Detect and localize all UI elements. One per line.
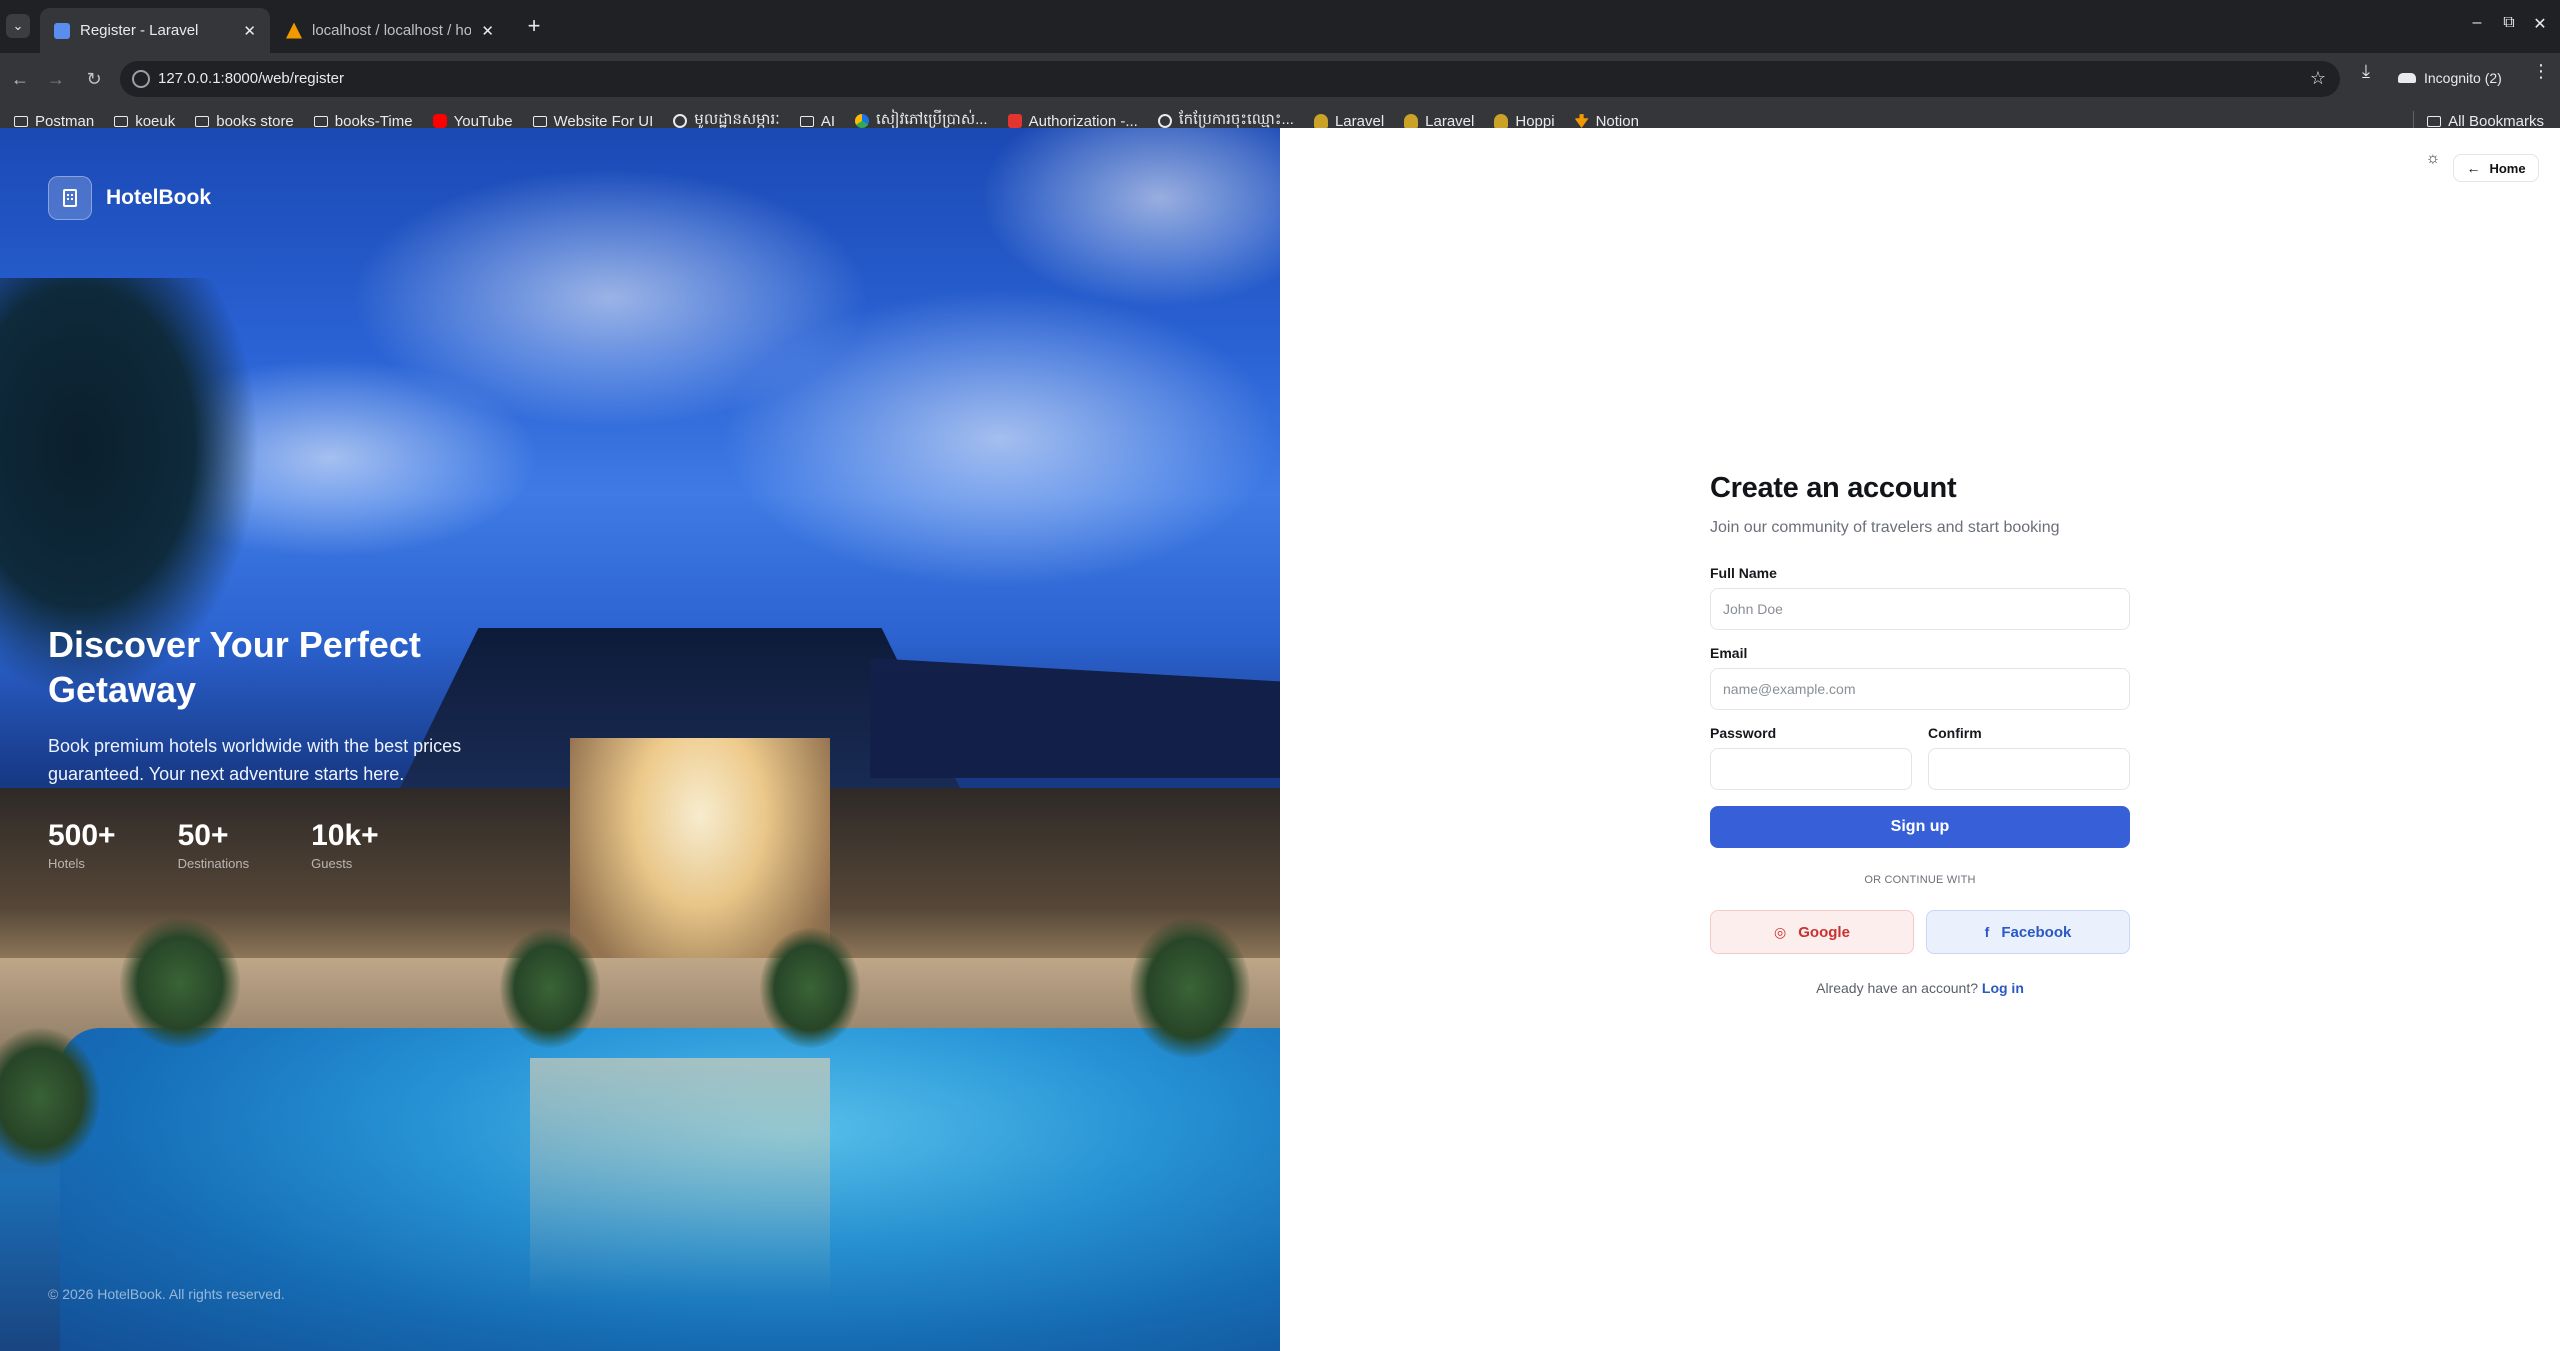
full-name-input[interactable] xyxy=(1710,588,2130,630)
bookmark-item[interactable]: books store xyxy=(195,113,294,130)
new-tab-button[interactable]: + xyxy=(520,12,548,40)
youtube-icon xyxy=(432,114,447,128)
password-column: Password xyxy=(1710,725,1912,790)
sign-up-button[interactable]: Sign up xyxy=(1710,806,2130,848)
forward-arrow-icon[interactable]: → xyxy=(40,63,72,95)
register-page: HotelBook Discover Your Perfect Getaway … xyxy=(0,128,2560,1351)
email-input[interactable] xyxy=(1710,668,2130,710)
tab-register[interactable]: Register - Laravel ✕ xyxy=(40,8,270,53)
password-row: Password Confirm xyxy=(1710,725,2130,790)
brand-logo[interactable]: HotelBook xyxy=(48,176,211,220)
confirm-column: Confirm xyxy=(1928,725,2130,790)
folder-icon xyxy=(532,115,547,127)
bookmark-item[interactable]: Notion xyxy=(1574,113,1639,130)
stat-hotels: 500+ Hotels xyxy=(48,819,116,871)
minimize-icon[interactable]: – xyxy=(2464,14,2490,32)
form-title: Create an account xyxy=(1710,472,1957,504)
phpmyadmin-favicon-icon xyxy=(286,22,302,39)
close-window-icon[interactable]: ✕ xyxy=(2527,14,2553,34)
folder-icon xyxy=(313,115,328,127)
bookmark-item[interactable]: Laravel xyxy=(1313,113,1384,130)
incognito-indicator[interactable]: Incognito (2) xyxy=(2398,63,2502,93)
google-button[interactable]: ◎ Google xyxy=(1710,910,1914,954)
more-menu-icon[interactable]: ⋮ xyxy=(2532,61,2550,82)
bookmark-item[interactable]: books-Time xyxy=(313,113,413,130)
facebook-button[interactable]: f Facebook xyxy=(1926,910,2130,954)
register-panel: ☼ ← Home Create an account Join our comm… xyxy=(1280,128,2560,1351)
tab-localhost[interactable]: localhost / localhost / ho ✕ xyxy=(272,8,508,53)
globe-icon xyxy=(1157,114,1172,128)
address-bar[interactable]: 127.0.0.1:8000/web/register ☆ xyxy=(120,61,2340,97)
hero-subtitle: Book premium hotels worldwide with the b… xyxy=(48,736,462,784)
full-name-label: Full Name xyxy=(1710,565,1777,581)
confirm-password-input[interactable] xyxy=(1928,748,2130,790)
confirm-label: Confirm xyxy=(1928,725,1982,741)
arrow-left-icon: ← xyxy=(2466,160,2481,176)
hero-stats: 500+ Hotels 50+ Destinations 10k+ Guests xyxy=(48,818,441,871)
folder-icon xyxy=(14,115,28,127)
globe-icon xyxy=(673,114,688,128)
hotel-icon xyxy=(48,176,92,220)
drive-icon xyxy=(855,114,869,128)
close-tab-icon[interactable]: ✕ xyxy=(233,22,256,40)
register-form: Create an account Join our community of … xyxy=(1710,472,2130,996)
reload-icon[interactable]: ↻ xyxy=(78,63,110,95)
bookmark-item[interactable]: AI xyxy=(799,113,835,130)
notion-icon xyxy=(1574,114,1589,128)
facebook-icon: f xyxy=(1984,924,1990,940)
folder-icon xyxy=(2427,115,2442,127)
copyright-text: © 2026 HotelBook. All rights reserved. xyxy=(48,1286,285,1302)
social-divider: OR CONTINUE WITH xyxy=(1864,874,1976,886)
email-label: Email xyxy=(1710,645,1748,661)
hat-icon xyxy=(1494,114,1509,128)
bookmark-item[interactable]: YouTube xyxy=(432,113,513,130)
all-bookmarks-button[interactable]: All Bookmarks xyxy=(2427,113,2544,130)
browser-toolbar: ← → ↻ 127.0.0.1:8000/web/register ☆ ⤓ In… xyxy=(0,53,2560,139)
bookmark-item[interactable]: Hoppi xyxy=(1494,113,1555,130)
bookmark-star-icon[interactable]: ☆ xyxy=(2310,68,2326,89)
bookmark-item[interactable]: Laravel xyxy=(1404,113,1474,130)
password-label: Password xyxy=(1710,725,1777,741)
restore-icon[interactable]: ⧉ xyxy=(2496,14,2522,32)
folder-icon xyxy=(195,115,210,127)
login-link[interactable]: Log in xyxy=(1982,980,2024,996)
folder-icon xyxy=(114,115,129,127)
bookmark-item[interactable]: Postman xyxy=(14,113,94,130)
hat-icon xyxy=(1404,114,1419,128)
bookmark-item[interactable]: Authorization -... xyxy=(1007,113,1138,130)
back-arrow-icon[interactable]: ← xyxy=(4,63,36,95)
folder-icon xyxy=(799,115,814,127)
browser-tab-bar: ⌄ Register - Laravel ✕ localhost / local… xyxy=(0,0,2560,53)
password-input[interactable] xyxy=(1710,748,1912,790)
tab-search-button[interactable]: ⌄ xyxy=(6,14,30,38)
hero-panel: HotelBook Discover Your Perfect Getaway … xyxy=(0,128,1280,1351)
hero-title: Discover Your Perfect Getaway xyxy=(48,624,421,710)
social-buttons: ◎ Google f Facebook xyxy=(1710,910,2130,954)
laravel-icon xyxy=(1007,114,1022,128)
site-info-icon[interactable] xyxy=(132,70,150,88)
download-icon[interactable]: ⤓ xyxy=(2362,61,2370,82)
bookmark-item[interactable]: Website For UI xyxy=(532,113,653,130)
form-subtitle: Join our community of travelers and star… xyxy=(1710,519,2060,536)
incognito-icon xyxy=(2398,73,2416,83)
stat-guests: 10k+ Guests xyxy=(311,819,379,871)
google-icon: ◎ xyxy=(1774,923,1787,940)
close-tab-icon[interactable]: ✕ xyxy=(471,22,494,40)
brand-name: HotelBook xyxy=(106,186,211,209)
stat-destinations: 50+ Destinations xyxy=(177,819,250,871)
home-button[interactable]: ← Home xyxy=(2453,154,2539,182)
login-prompt: Already have an account? Log in xyxy=(1816,980,2024,996)
theme-toggle-sun-icon[interactable]: ☼ xyxy=(2418,144,2448,174)
hat-icon xyxy=(1313,114,1328,128)
bookmark-item[interactable]: koeuk xyxy=(114,113,175,130)
laravel-favicon-icon xyxy=(54,22,70,39)
